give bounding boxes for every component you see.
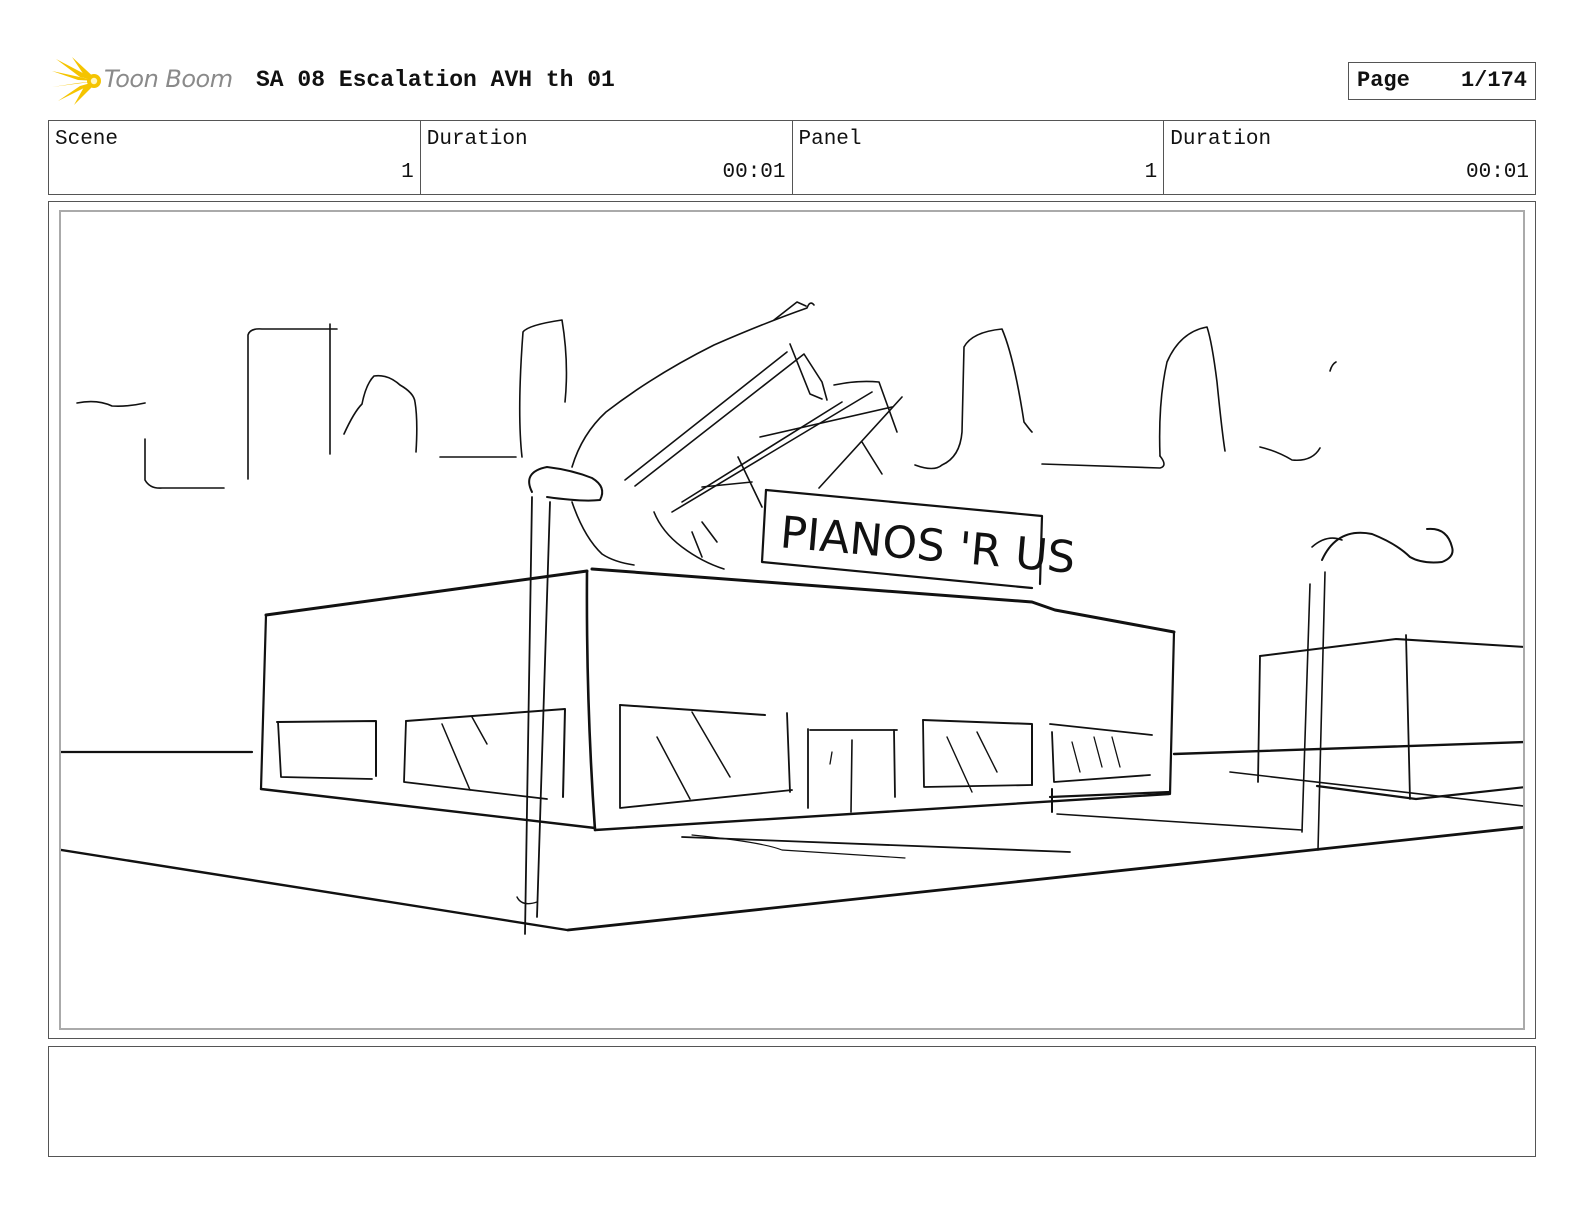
sketch-drawing: PIANOS 'R US xyxy=(61,301,1523,935)
storyboard-panel-image: PIANOS 'R US xyxy=(59,210,1525,1030)
panel-value: 1 xyxy=(1144,161,1158,184)
panel-duration-label: Duration xyxy=(1170,128,1272,151)
panel-duration-cell: Duration 00:01 xyxy=(1164,121,1535,194)
page-label: Page xyxy=(1357,68,1410,93)
toon-boom-logo: Toon Boom xyxy=(50,55,240,107)
scene-duration-label: Duration xyxy=(426,128,528,151)
panel-label: Panel xyxy=(798,128,862,151)
scene-label: Scene xyxy=(55,128,119,151)
sign-text: PIANOS 'R US xyxy=(778,507,1077,584)
storyboard-panel-frame: PIANOS 'R US xyxy=(48,201,1536,1039)
scene-value: 1 xyxy=(401,161,414,184)
document-title: SA 08 Escalation AVH th 01 xyxy=(256,67,615,93)
scene-cell: Scene 1 xyxy=(49,121,421,194)
store-building xyxy=(259,567,1176,832)
panel-duration-value: 00:01 xyxy=(1465,161,1529,184)
scene-duration-cell: Duration 00:01 xyxy=(421,121,793,194)
logo-text: Toon Boom xyxy=(104,65,233,93)
scene-duration-value: 00:01 xyxy=(722,161,786,184)
far-building xyxy=(1257,634,1523,801)
starburst-icon xyxy=(52,57,101,105)
page-counter: Page 1/174 xyxy=(1348,62,1536,100)
panel-info-table: Scene 1 Duration 00:01 Panel 1 Duration … xyxy=(48,120,1536,195)
city-skyline xyxy=(76,319,1337,489)
panel-cell: Panel 1 xyxy=(793,121,1165,194)
street-lamp-right xyxy=(1301,527,1454,851)
storyboard-header: Toon Boom SA 08 Escalation AVH th 01 xyxy=(50,55,1536,107)
panel-notes-box xyxy=(48,1046,1536,1157)
page-value: 1/174 xyxy=(1460,68,1527,93)
